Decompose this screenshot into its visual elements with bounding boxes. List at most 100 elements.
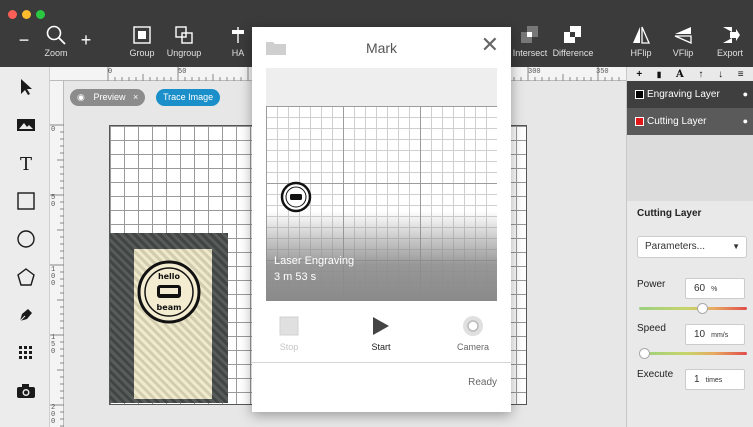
play-icon <box>373 317 389 335</box>
difference-icon <box>564 26 581 43</box>
job-time-estimate: 3 m 53 s <box>274 271 317 283</box>
dialog-divider <box>252 362 511 363</box>
pen-icon <box>19 309 32 322</box>
power-input[interactable]: 60% <box>685 278 745 299</box>
text-tool[interactable]: T <box>13 150 39 176</box>
speed-value: 10 <box>694 329 706 340</box>
layer-list-empty-area <box>627 135 753 201</box>
difference-button[interactable]: Difference <box>544 24 602 58</box>
rectangle-tool[interactable] <box>13 188 39 214</box>
speed-unit: mm/s <box>711 332 729 339</box>
layer-item-engraving[interactable]: Engraving Layer ● <box>627 81 753 108</box>
grid-array-icon <box>19 346 32 359</box>
stop-label: Stop <box>279 342 299 352</box>
vertical-ruler: 0 50 100 150 200 <box>50 81 64 427</box>
preview-pill[interactable]: ◉ Preview × <box>70 89 146 106</box>
close-icon[interactable]: ✕ <box>481 34 499 56</box>
mark-dialog: Mark ✕ Laser Engraving 3 m 53 s Stop Sta… <box>252 27 511 412</box>
vflip-icon <box>674 27 692 44</box>
trace-image-button[interactable]: Trace Image <box>156 89 221 106</box>
execute-input[interactable]: 1 times <box>685 369 745 390</box>
intersect-icon <box>521 26 538 43</box>
machine-status: Ready <box>468 377 497 388</box>
plus-icon: + <box>80 30 92 50</box>
export-button[interactable]: Export <box>703 24 753 58</box>
speed-slider[interactable] <box>639 352 747 355</box>
ruler-label: 150 <box>51 334 56 356</box>
preview-pill-label: Preview <box>93 92 126 102</box>
polygon-tool[interactable] <box>13 264 39 290</box>
svg-text:T: T <box>20 154 32 172</box>
layer-color-swatch[interactable] <box>635 117 644 126</box>
camera-button[interactable]: Camera <box>443 314 503 352</box>
job-preview: Laser Engraving 3 m 53 s <box>266 68 497 301</box>
group-label: Group <box>129 48 155 58</box>
eye-icon[interactable]: ● <box>743 108 748 135</box>
camera-lens-icon <box>463 316 483 336</box>
pointer-tool[interactable] <box>13 74 39 100</box>
ruler-label: 50 <box>51 194 56 209</box>
close-icon[interactable]: × <box>133 92 138 102</box>
power-slider[interactable] <box>639 307 747 310</box>
execute-label: Execute <box>637 369 674 380</box>
rectangle-icon <box>17 192 35 210</box>
speed-slider-knob[interactable] <box>639 348 650 359</box>
speed-label: Speed <box>637 323 666 334</box>
sticker-text: beam <box>157 303 182 312</box>
window-maximize-button[interactable] <box>36 10 45 19</box>
start-button[interactable]: Start <box>351 314 411 352</box>
execute-value: 1 <box>694 374 700 385</box>
hflip-label: HFlip <box>630 48 652 58</box>
text-icon: T <box>20 154 32 172</box>
parameters-dropdown[interactable]: Parameters... ▼ <box>637 236 747 258</box>
camera-label: Camera <box>456 342 489 352</box>
camera-tool[interactable] <box>13 378 39 404</box>
move-down-icon[interactable]: ↓ <box>718 69 723 80</box>
move-up-icon[interactable]: ↑ <box>698 69 703 80</box>
pen-tool[interactable] <box>13 302 39 328</box>
ruler-label: 100 <box>51 266 56 288</box>
parameters-value: Parameters... <box>645 241 706 252</box>
add-layer-icon[interactable]: + <box>636 69 642 80</box>
power-label: Power <box>637 279 666 290</box>
vflip-label: VFlip <box>672 48 694 58</box>
stop-button[interactable]: Stop <box>259 314 319 352</box>
job-status-title: Laser Engraving <box>274 255 355 267</box>
ungroup-icon <box>175 26 193 44</box>
zoom-in-button[interactable]: + <box>64 28 108 52</box>
layer-color-swatch[interactable] <box>635 90 644 99</box>
ungroup-button[interactable]: Ungroup <box>156 24 212 58</box>
polygon-icon <box>17 268 35 286</box>
power-value: 60 <box>694 283 706 294</box>
ellipse-icon <box>17 230 35 248</box>
export-icon <box>723 27 740 43</box>
pointer-icon <box>21 79 32 95</box>
camera-icon <box>17 384 35 398</box>
rename-layer-icon[interactable]: A <box>676 69 684 80</box>
ruler-label: 0 <box>51 126 56 134</box>
layer-name: Engraving Layer <box>647 89 720 100</box>
ellipse-tool[interactable] <box>13 226 39 252</box>
camera-icon: ◉ <box>77 92 85 102</box>
ungroup-label: Ungroup <box>166 48 202 58</box>
preview-sticker-icon <box>280 181 312 213</box>
ruler-label: 200 <box>51 404 56 426</box>
delete-layer-icon[interactable]: ▮ <box>657 70 661 79</box>
eye-icon[interactable]: ● <box>743 81 748 108</box>
window-close-button[interactable] <box>8 10 17 19</box>
camera-preview-image[interactable]: hello beam <box>110 233 228 403</box>
group-icon <box>133 26 151 44</box>
menu-icon[interactable]: ≡ <box>738 69 744 80</box>
hflip-icon <box>633 26 650 44</box>
grid-array-tool[interactable] <box>13 340 39 366</box>
intersect-label: Intersect <box>512 48 548 58</box>
vflip-button[interactable]: VFlip <box>656 24 710 58</box>
export-label: Export <box>716 48 743 58</box>
speed-input[interactable]: 10 mm/s <box>685 324 745 345</box>
power-unit: % <box>711 286 718 293</box>
power-slider-knob[interactable] <box>697 303 709 314</box>
window-minimize-button[interactable] <box>22 10 31 19</box>
image-tool[interactable] <box>13 112 39 138</box>
execute-unit: times <box>705 377 723 384</box>
layer-item-cutting[interactable]: Cutting Layer ● <box>627 108 753 135</box>
